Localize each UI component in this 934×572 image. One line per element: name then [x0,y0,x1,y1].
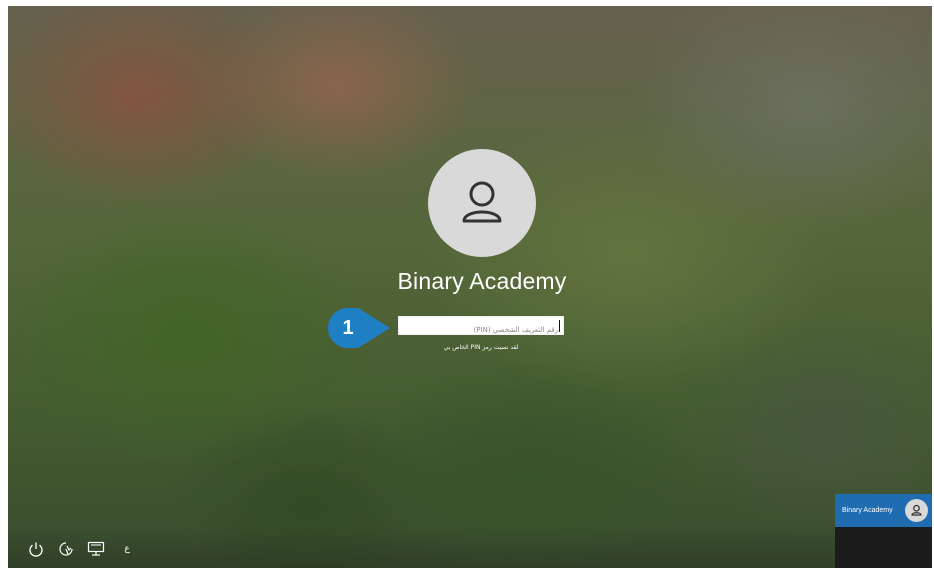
lock-screen: Binary Academy لقد نسيت رمز PIN الخاص بي… [8,6,932,568]
user-avatar [428,149,536,257]
user-tile-avatar [905,499,928,522]
user-icon [462,181,502,223]
user-icon [911,504,922,516]
bottom-toolbar: ع [26,538,134,560]
callout-number: 1 [342,316,354,339]
network-icon[interactable] [86,539,106,559]
language-indicator[interactable]: ع [120,544,134,554]
ease-of-access-icon[interactable] [56,539,76,559]
power-icon[interactable] [26,539,46,559]
corner-panel [835,527,932,568]
pin-field[interactable] [398,316,564,339]
user-tile-name: Binary Academy [842,507,893,514]
forgot-pin-link[interactable]: لقد نسيت رمز PIN الخاص بي [398,344,564,351]
user-tile[interactable]: Binary Academy [835,494,932,527]
step-callout: 1 [328,308,390,348]
pin-input[interactable] [399,321,563,339]
user-name: Binary Academy [397,268,567,294]
text-caret [559,320,560,332]
bottom-shade [8,527,932,568]
